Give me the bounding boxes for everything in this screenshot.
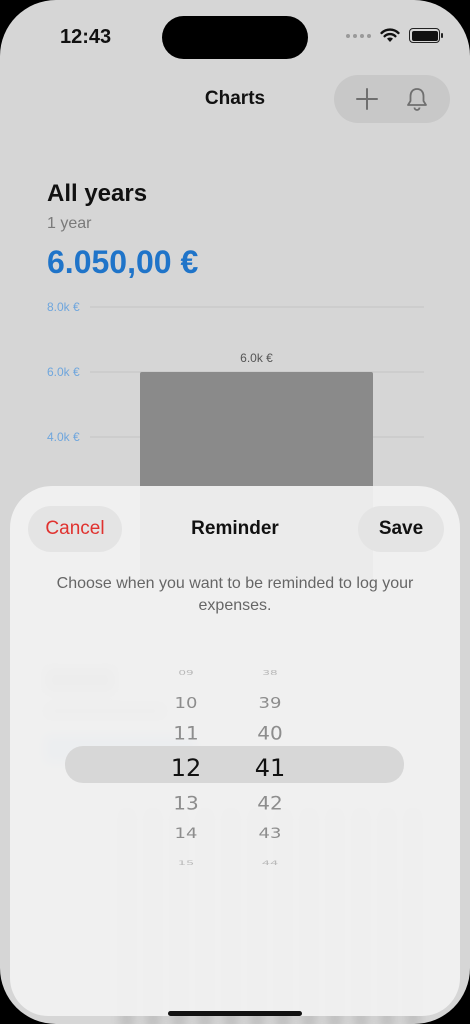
chart-subtitle: 1 year bbox=[47, 215, 92, 232]
nav-actions bbox=[334, 75, 450, 123]
hour-option[interactable]: 09 bbox=[146, 665, 226, 682]
y-tick-label: 6.0k € bbox=[47, 365, 80, 379]
y-tick-label: 4.0k € bbox=[47, 430, 80, 444]
hour-option[interactable]: 14 bbox=[146, 821, 226, 845]
phone-screen: 12:43 Charts All years 1 year 6.050,00 €… bbox=[0, 0, 470, 1024]
hour-wheel[interactable]: 09 10 11 12 13 14 15 bbox=[146, 658, 226, 878]
bell-icon bbox=[407, 88, 427, 111]
minute-option[interactable]: 44 bbox=[230, 856, 310, 871]
minute-wheel[interactable]: 38 39 40 41 42 43 44 bbox=[230, 658, 310, 878]
add-button[interactable] bbox=[347, 79, 387, 119]
battery-icon bbox=[409, 28, 443, 43]
reminder-sheet: Cancel Reminder Save Choose when you wan… bbox=[10, 486, 460, 1016]
wifi-icon bbox=[380, 28, 400, 42]
save-button[interactable]: Save bbox=[358, 506, 444, 552]
bar-value-label: 6.0k € bbox=[240, 351, 273, 365]
minute-option[interactable]: 40 bbox=[230, 719, 310, 748]
chart-title: All years bbox=[47, 180, 148, 207]
reminder-button[interactable] bbox=[397, 79, 437, 119]
hour-option[interactable]: 13 bbox=[146, 789, 226, 818]
chart-total-amount: 6.050,00 € bbox=[47, 244, 199, 280]
minute-option[interactable]: 38 bbox=[230, 665, 310, 682]
status-time: 12:43 bbox=[60, 26, 112, 48]
plus-icon bbox=[356, 88, 378, 110]
minute-option[interactable]: 39 bbox=[230, 690, 310, 716]
home-indicator[interactable] bbox=[168, 1011, 302, 1016]
minute-option[interactable]: 42 bbox=[230, 789, 310, 818]
hour-option[interactable]: 15 bbox=[146, 856, 226, 871]
y-tick-label: 8.0k € bbox=[47, 300, 80, 314]
dynamic-island bbox=[162, 16, 308, 59]
selected-hour[interactable]: 12 bbox=[146, 748, 226, 788]
sheet-description: Choose when you want to be reminded to l… bbox=[56, 575, 414, 614]
hour-option[interactable]: 10 bbox=[146, 690, 226, 716]
selected-minute[interactable]: 41 bbox=[230, 748, 310, 788]
minute-option[interactable]: 43 bbox=[230, 821, 310, 845]
hour-option[interactable]: 11 bbox=[146, 719, 226, 748]
status-icons bbox=[346, 28, 443, 43]
cellular-signal-icon bbox=[346, 33, 371, 38]
